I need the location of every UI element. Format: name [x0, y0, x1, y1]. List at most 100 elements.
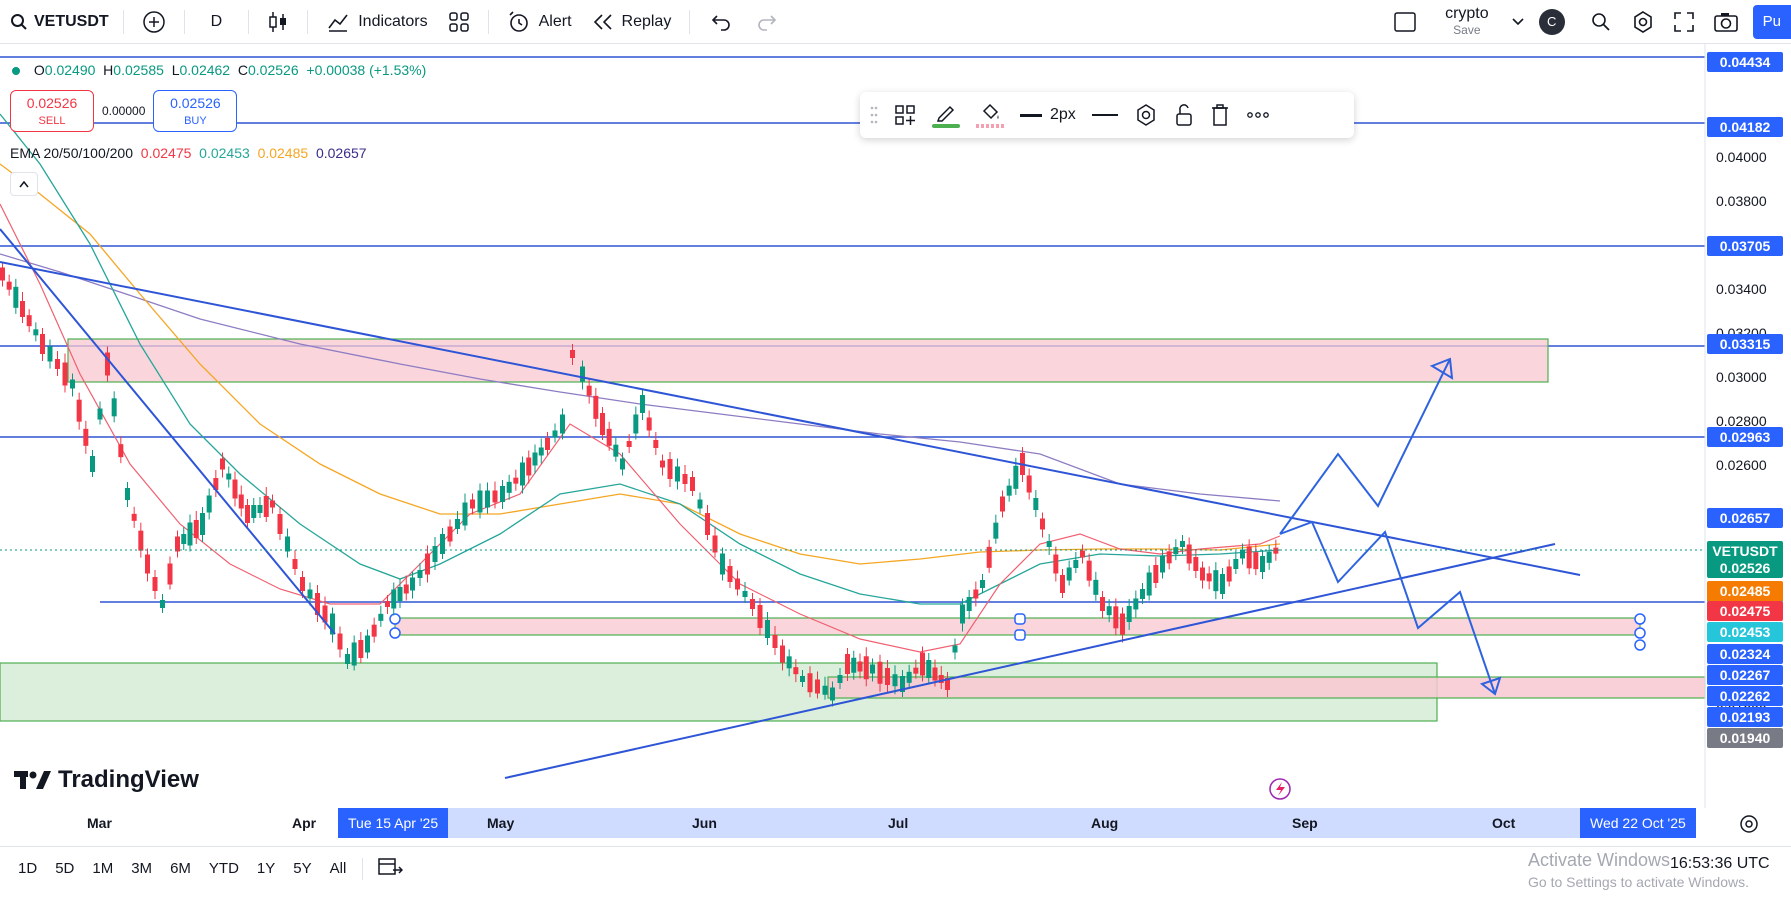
resistance-zone[interactable]: [67, 338, 1549, 383]
candle-body: [232, 479, 238, 499]
bottom-toolbar: 1D 5D 1M 3M 6M YTD 1Y 5Y All: [0, 846, 1791, 890]
ellipsis-icon: [1246, 112, 1269, 118]
range-button[interactable]: 6M: [170, 860, 191, 877]
candle-body: [640, 395, 645, 413]
ema-50-value: 0.02453: [199, 145, 250, 161]
candle-body: [1086, 560, 1092, 581]
redo-button[interactable]: [756, 0, 778, 44]
templates-button[interactable]: [448, 0, 470, 44]
candle-body: [960, 604, 965, 624]
compare-button[interactable]: [142, 0, 166, 44]
range-button[interactable]: 1M: [92, 860, 113, 877]
candle-body: [70, 379, 75, 389]
line-style-button[interactable]: [1091, 114, 1118, 116]
range-button[interactable]: All: [330, 860, 347, 877]
legend-collapse-button[interactable]: [10, 172, 38, 196]
tradingview-logo-text: TradingView: [58, 766, 199, 793]
candle-body: [385, 601, 390, 607]
candle-body: [1206, 573, 1212, 582]
pencil-icon: [936, 105, 955, 122]
candle-body: [885, 668, 890, 685]
candle-body: [397, 587, 403, 601]
tradingview-logo[interactable]: TradingView: [14, 766, 199, 794]
candle-body: [857, 661, 863, 672]
handle: [389, 627, 401, 639]
layout-menu[interactable]: [1511, 0, 1525, 44]
date-range-button[interactable]: [377, 855, 404, 882]
interval-button[interactable]: D: [211, 0, 223, 44]
drawing-settings-button[interactable]: [1134, 103, 1158, 127]
publish-button[interactable]: Pu: [1752, 4, 1791, 39]
lock-button[interactable]: [1174, 103, 1194, 127]
range-button[interactable]: YTD: [209, 860, 239, 877]
line-color-button[interactable]: [932, 102, 960, 128]
range-button[interactable]: 5D: [55, 860, 74, 877]
candle-body: [815, 679, 820, 694]
range-button[interactable]: 5Y: [293, 860, 311, 877]
buy-button[interactable]: 0.02526 BUY: [153, 90, 238, 132]
object-tree-button[interactable]: [894, 104, 916, 126]
candle-body: [786, 656, 792, 669]
chevron-up-icon: [19, 180, 29, 188]
quick-search-button[interactable]: [1589, 0, 1613, 44]
layout-name[interactable]: crypto Save: [1445, 0, 1489, 44]
price-label-badge: 0.03315: [1707, 334, 1783, 354]
candle-body: [1253, 552, 1259, 570]
undo-button[interactable]: [710, 0, 732, 44]
ema-legend[interactable]: EMA 20/50/100/200 0.02475 0.02453 0.0248…: [10, 145, 367, 161]
candle-body: [300, 577, 305, 591]
candle-body: [500, 486, 505, 502]
gear-icon: [1137, 104, 1155, 126]
range-button[interactable]: 1Y: [257, 860, 275, 877]
candle-body: [365, 635, 370, 653]
candle-body: [270, 500, 275, 508]
fullscreen-icon: [1673, 11, 1694, 32]
avatar[interactable]: C: [1538, 0, 1565, 44]
ascending-trendline: [504, 543, 1556, 779]
price-label-badge: 0.02193: [1707, 707, 1783, 727]
more-button[interactable]: [1246, 111, 1270, 119]
candle-body: [206, 495, 212, 513]
bullish-projection-path[interactable]: [1279, 358, 1451, 535]
snapshot-button[interactable]: [1713, 0, 1739, 44]
indicators-button[interactable]: Indicators: [326, 0, 428, 44]
range-button[interactable]: 1D: [18, 860, 37, 877]
grid-icon: [448, 11, 469, 32]
candle-body: [800, 676, 805, 682]
drag-handle[interactable]: [870, 105, 878, 125]
layout-toggle[interactable]: [1393, 0, 1417, 44]
utc-clock[interactable]: 16:53:36 UTC: [1670, 855, 1770, 873]
replay-button[interactable]: Replay: [592, 0, 671, 44]
symbol-search[interactable]: VETUSDT: [10, 0, 109, 44]
candle-body: [1053, 554, 1059, 574]
gear-icon: [1633, 10, 1652, 33]
candle-body: [1193, 557, 1199, 571]
range-button[interactable]: 3M: [131, 860, 152, 877]
candle-body: [952, 645, 958, 653]
settings-button[interactable]: [1631, 0, 1655, 44]
candle-body: [90, 456, 95, 472]
line-width-button[interactable]: 2px: [1020, 106, 1076, 124]
demand-inner-zone[interactable]: [827, 676, 1706, 699]
time-axis-settings-button[interactable]: [1738, 813, 1760, 840]
delete-button[interactable]: [1210, 103, 1230, 127]
alert-button[interactable]: Alert: [507, 0, 572, 44]
fill-color-button[interactable]: [976, 102, 1004, 128]
candle-body: [765, 620, 770, 638]
fullscreen-button[interactable]: [1673, 0, 1695, 44]
candle-body: [417, 570, 423, 578]
chart-type-button[interactable]: [267, 0, 289, 44]
candle-body: [440, 534, 445, 554]
line-width-sample: [1020, 113, 1042, 117]
price-label-badge: 0.04434: [1707, 52, 1783, 72]
candle-body: [1240, 549, 1245, 559]
sell-button[interactable]: 0.02526 SELL: [10, 90, 94, 132]
rewind-icon: [593, 13, 612, 30]
candle-body: [26, 315, 32, 327]
line-color-swatch: [932, 124, 960, 128]
candle-body: [532, 452, 538, 466]
divider: [248, 9, 250, 34]
candle-body: [1013, 465, 1019, 489]
candle-body: [822, 685, 828, 695]
divider: [307, 9, 309, 34]
